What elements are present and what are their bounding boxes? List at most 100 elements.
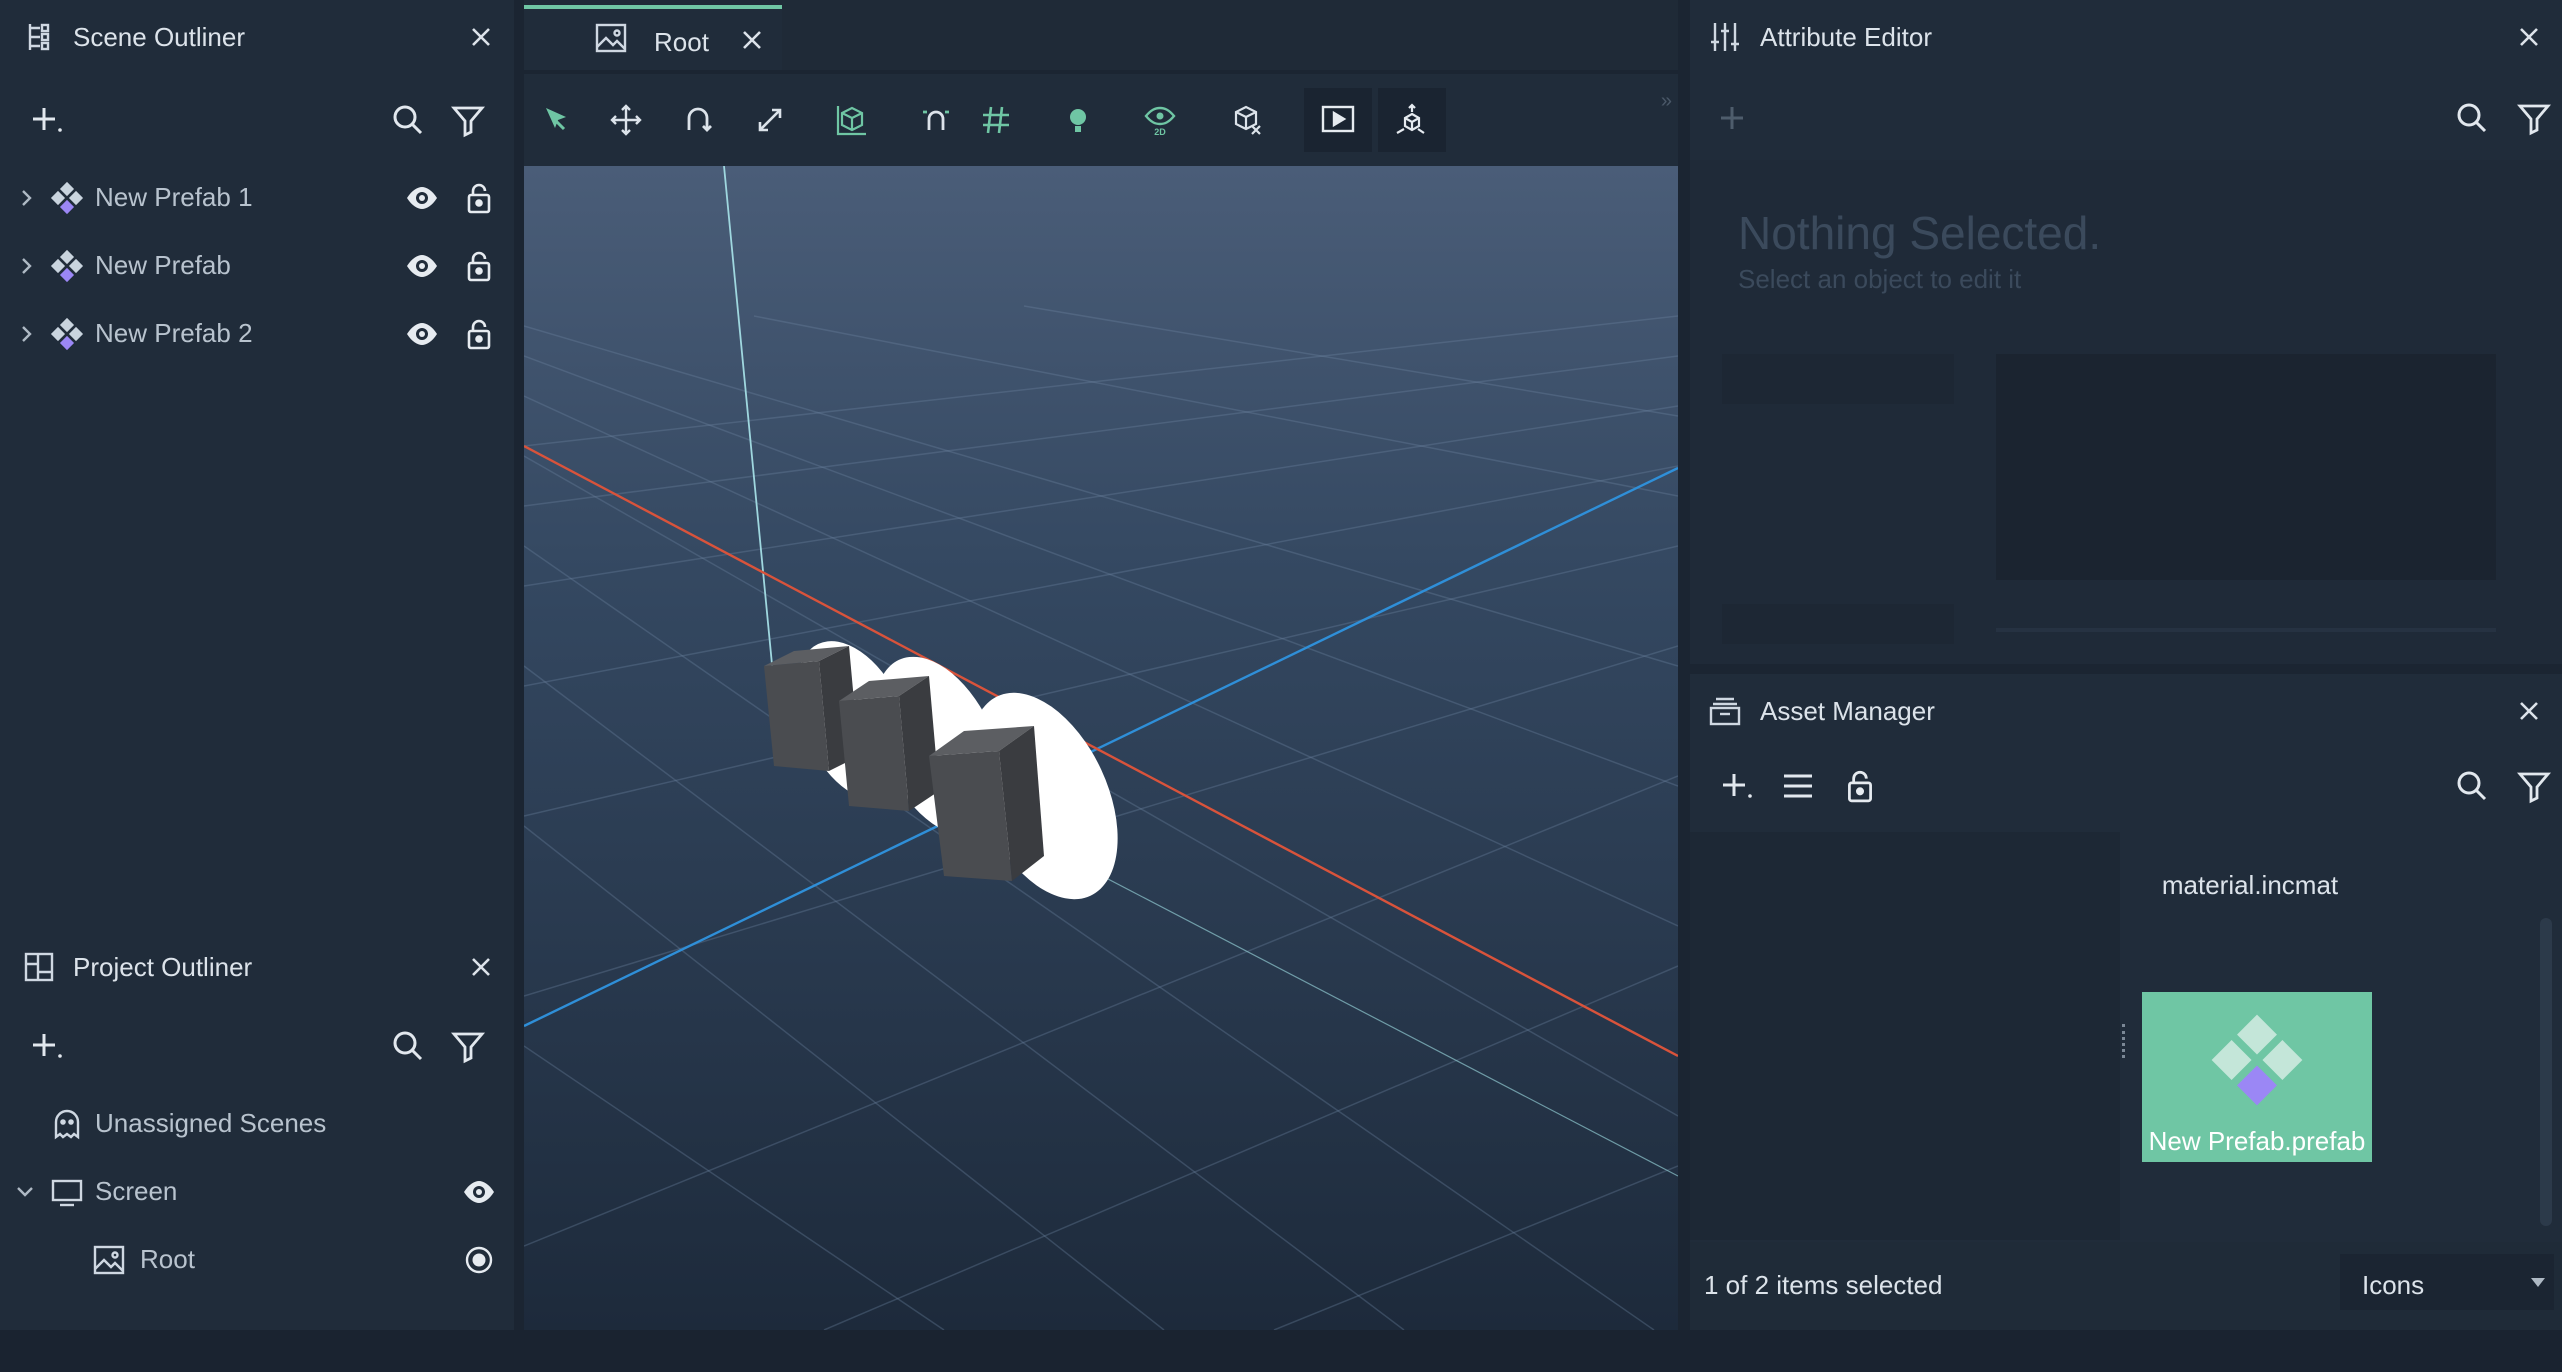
move-tool-icon[interactable] [608, 102, 644, 138]
close-icon[interactable] [737, 25, 767, 55]
placeholder-slider [1996, 628, 2496, 632]
add-icon[interactable] [28, 1028, 64, 1064]
chevron-down-icon[interactable] [8, 1175, 42, 1209]
close-icon[interactable] [466, 952, 496, 982]
lock-icon[interactable] [462, 249, 496, 283]
transform-gizmo-button[interactable] [1378, 88, 1446, 152]
hide-icon[interactable] [1228, 102, 1264, 138]
selection-status: 1 of 2 items selected [1704, 1270, 1943, 1300]
select-tool-icon[interactable] [538, 102, 574, 138]
view-2d-icon[interactable]: 2D [1142, 102, 1178, 138]
attribute-editor-header: Attribute Editor [1690, 0, 2562, 74]
radio-icon[interactable] [462, 1243, 496, 1277]
prefab-icon [50, 181, 84, 215]
grid-icon[interactable] [978, 102, 1014, 138]
sliders-icon [1708, 20, 1742, 54]
chevron-right-icon[interactable] [10, 181, 44, 215]
add-icon[interactable] [28, 102, 64, 138]
scene-outliner-panel: Scene Outliner New Prefab 1 New Prefab N… [0, 0, 514, 930]
viewport-toolbar: 2D » [524, 74, 1678, 166]
tab-root[interactable]: Root [524, 5, 782, 70]
asset-manager-header: Asset Manager [1690, 674, 2562, 748]
tree-item-label: New Prefab 1 [95, 182, 253, 212]
more-indicator[interactable]: » [1661, 90, 1672, 113]
prefab-icon [50, 249, 84, 283]
lock-icon[interactable] [1842, 768, 1878, 804]
empty-state-title: Nothing Selected. [1738, 207, 2102, 259]
filter-icon[interactable] [2516, 768, 2552, 804]
search-icon[interactable] [390, 1028, 426, 1064]
add-icon[interactable] [1714, 100, 1750, 136]
search-icon[interactable] [2454, 768, 2490, 804]
filter-icon[interactable] [2516, 100, 2552, 136]
lock-icon[interactable] [462, 181, 496, 215]
scene-outliner-toolbar [0, 84, 514, 158]
scale-tool-icon[interactable] [752, 102, 788, 138]
search-icon[interactable] [390, 102, 426, 138]
tree-item-label: Root [140, 1244, 195, 1274]
close-icon[interactable] [466, 22, 496, 52]
ghost-icon [50, 1107, 84, 1141]
scene-outliner-title: Scene Outliner [73, 22, 245, 52]
tree-item-unassigned-scenes[interactable]: Unassigned Scenes [0, 1090, 514, 1158]
filter-icon[interactable] [450, 1028, 486, 1064]
asset-manager-icon [1708, 694, 1742, 728]
transform-gizmo-icon [1394, 102, 1430, 138]
viewport-3d[interactable] [524, 166, 1678, 1330]
chevron-right-icon[interactable] [10, 249, 44, 283]
chevron-right-icon[interactable] [10, 317, 44, 351]
asset-item-material[interactable]: material.incmat [2130, 832, 2370, 912]
cube-icon[interactable] [834, 102, 870, 138]
image-icon [594, 21, 628, 55]
play-button[interactable] [1304, 88, 1372, 152]
viewport-tabbar: Root [524, 0, 1678, 70]
prefab-icon [50, 317, 84, 351]
lock-icon[interactable] [462, 317, 496, 351]
tree-item-root[interactable]: Root [0, 1226, 514, 1294]
asset-grid-scrollbar[interactable] [2540, 918, 2552, 1226]
magnet-icon[interactable] [918, 102, 954, 138]
scene-outliner-icon [22, 20, 56, 54]
eye-icon[interactable] [405, 181, 439, 215]
close-icon[interactable] [2514, 22, 2544, 52]
svg-text:2D: 2D [1154, 127, 1166, 137]
tree-item-label: Unassigned Scenes [95, 1108, 327, 1138]
add-icon[interactable] [1718, 768, 1754, 804]
asset-manager-title: Asset Manager [1760, 696, 1935, 726]
rotate-tool-icon[interactable] [680, 102, 716, 138]
attribute-editor-toolbar [1690, 84, 2562, 158]
monitor-icon [50, 1175, 84, 1209]
play-icon [1320, 102, 1356, 138]
view-mode-value: Icons [2362, 1270, 2425, 1300]
eye-icon[interactable] [405, 317, 439, 351]
tree-item-new-prefab[interactable]: New Prefab [0, 232, 514, 300]
filter-icon[interactable] [450, 102, 486, 138]
project-outliner-panel: Project Outliner Unassigned Scenes Scree… [0, 930, 514, 1330]
eye-icon[interactable] [462, 1175, 496, 1209]
attribute-editor-panel: Attribute Editor Nothing Selected. Selec… [1690, 0, 2562, 664]
asset-manager-panel: Asset Manager material.incmat New Prefab… [1690, 674, 2562, 1330]
asset-item-prefab[interactable]: New Prefab.prefab [2142, 992, 2372, 1162]
tree-item-new-prefab-1[interactable]: New Prefab 1 [0, 164, 514, 232]
dropdown-arrow-icon [2528, 1272, 2548, 1292]
tree-item-label: New Prefab 2 [95, 318, 253, 348]
placeholder-block [1722, 354, 1954, 404]
scene-outliner-header: Scene Outliner [0, 0, 514, 74]
tree-item-screen[interactable]: Screen [0, 1158, 514, 1226]
placeholder-block [1722, 604, 1954, 644]
list-icon[interactable] [1780, 768, 1816, 804]
attribute-editor-body: Nothing Selected. Select an object to ed… [1690, 160, 2562, 664]
asset-grid: material.incmat New Prefab.prefab [2130, 832, 2554, 1240]
view-mode-select[interactable]: Icons [2340, 1254, 2554, 1310]
project-outliner-toolbar [0, 1010, 514, 1084]
attribute-editor-title: Attribute Editor [1760, 22, 1932, 52]
tree-item-new-prefab-2[interactable]: New Prefab 2 [0, 300, 514, 368]
eye-icon[interactable] [405, 249, 439, 283]
search-icon[interactable] [2454, 100, 2490, 136]
tab-root-label: Root [654, 27, 709, 57]
placeholder-preview [1996, 354, 2496, 580]
light-icon[interactable] [1060, 102, 1096, 138]
bottom-statusbar [0, 1330, 2562, 1372]
empty-state-subtitle: Select an object to edit it [1738, 264, 2022, 294]
close-icon[interactable] [2514, 696, 2544, 726]
